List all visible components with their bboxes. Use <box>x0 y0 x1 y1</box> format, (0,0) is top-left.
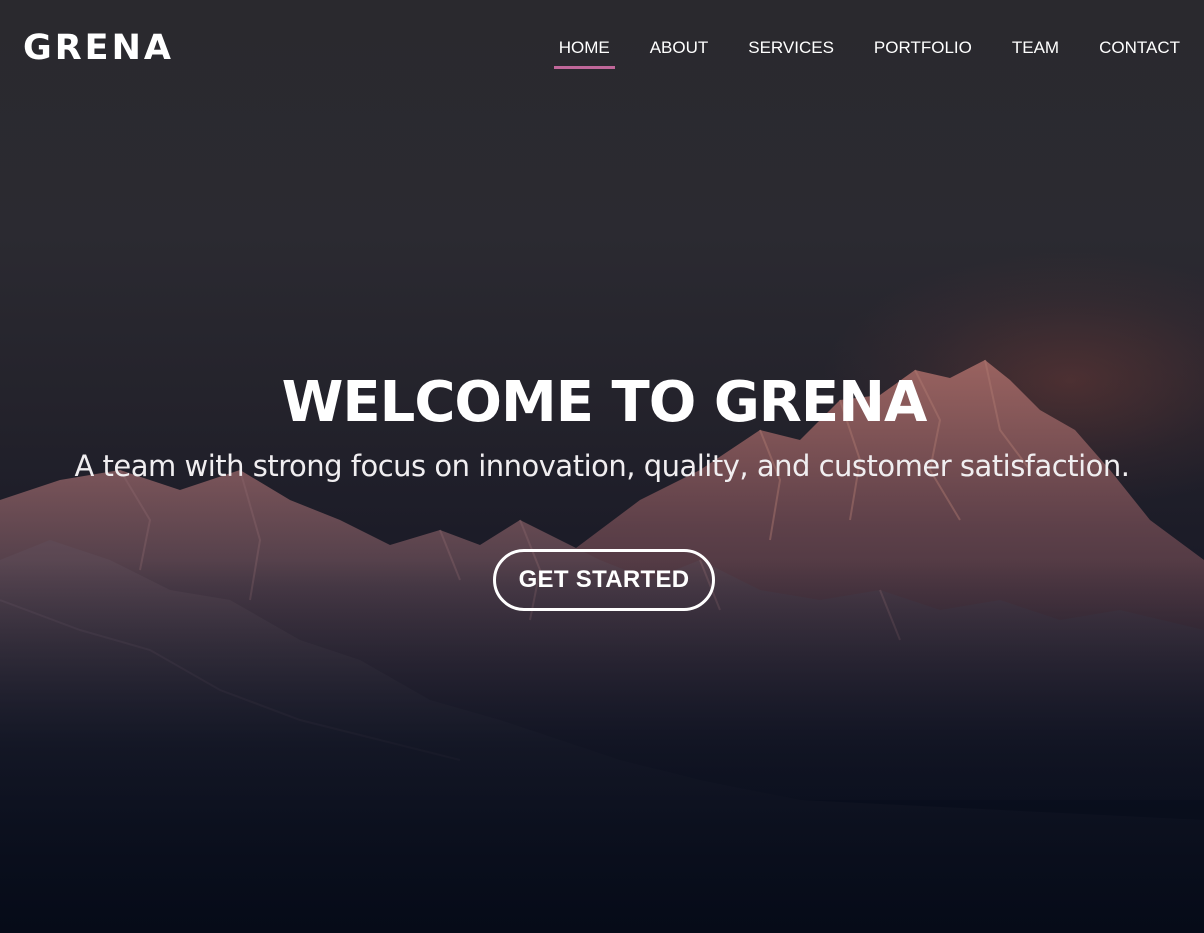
nav-item-services[interactable]: SERVICES <box>748 36 834 60</box>
get-started-button[interactable]: GET STARTED <box>493 549 715 611</box>
site-logo[interactable]: GRENA <box>23 26 174 70</box>
site-header: GRENA HOME ABOUT SERVICES PORTFOLIO TEAM… <box>0 0 1204 96</box>
hero-section: GRENA HOME ABOUT SERVICES PORTFOLIO TEAM… <box>0 0 1204 933</box>
nav-item-about[interactable]: ABOUT <box>650 36 709 60</box>
hero-subtitle: A team with strong focus on innovation, … <box>74 449 1131 483</box>
nav-item-portfolio[interactable]: PORTFOLIO <box>874 36 972 60</box>
nav-item-home[interactable]: HOME <box>553 36 615 69</box>
nav-item-team[interactable]: TEAM <box>1012 36 1059 60</box>
hero-title: WELCOME TO GRENA <box>281 370 928 435</box>
nav-item-contact[interactable]: CONTACT <box>1099 36 1180 60</box>
main-navigation: HOME ABOUT SERVICES PORTFOLIO TEAM CONTA… <box>553 36 1180 69</box>
hero-content: WELCOME TO GRENA A team with strong focu… <box>0 370 1204 486</box>
